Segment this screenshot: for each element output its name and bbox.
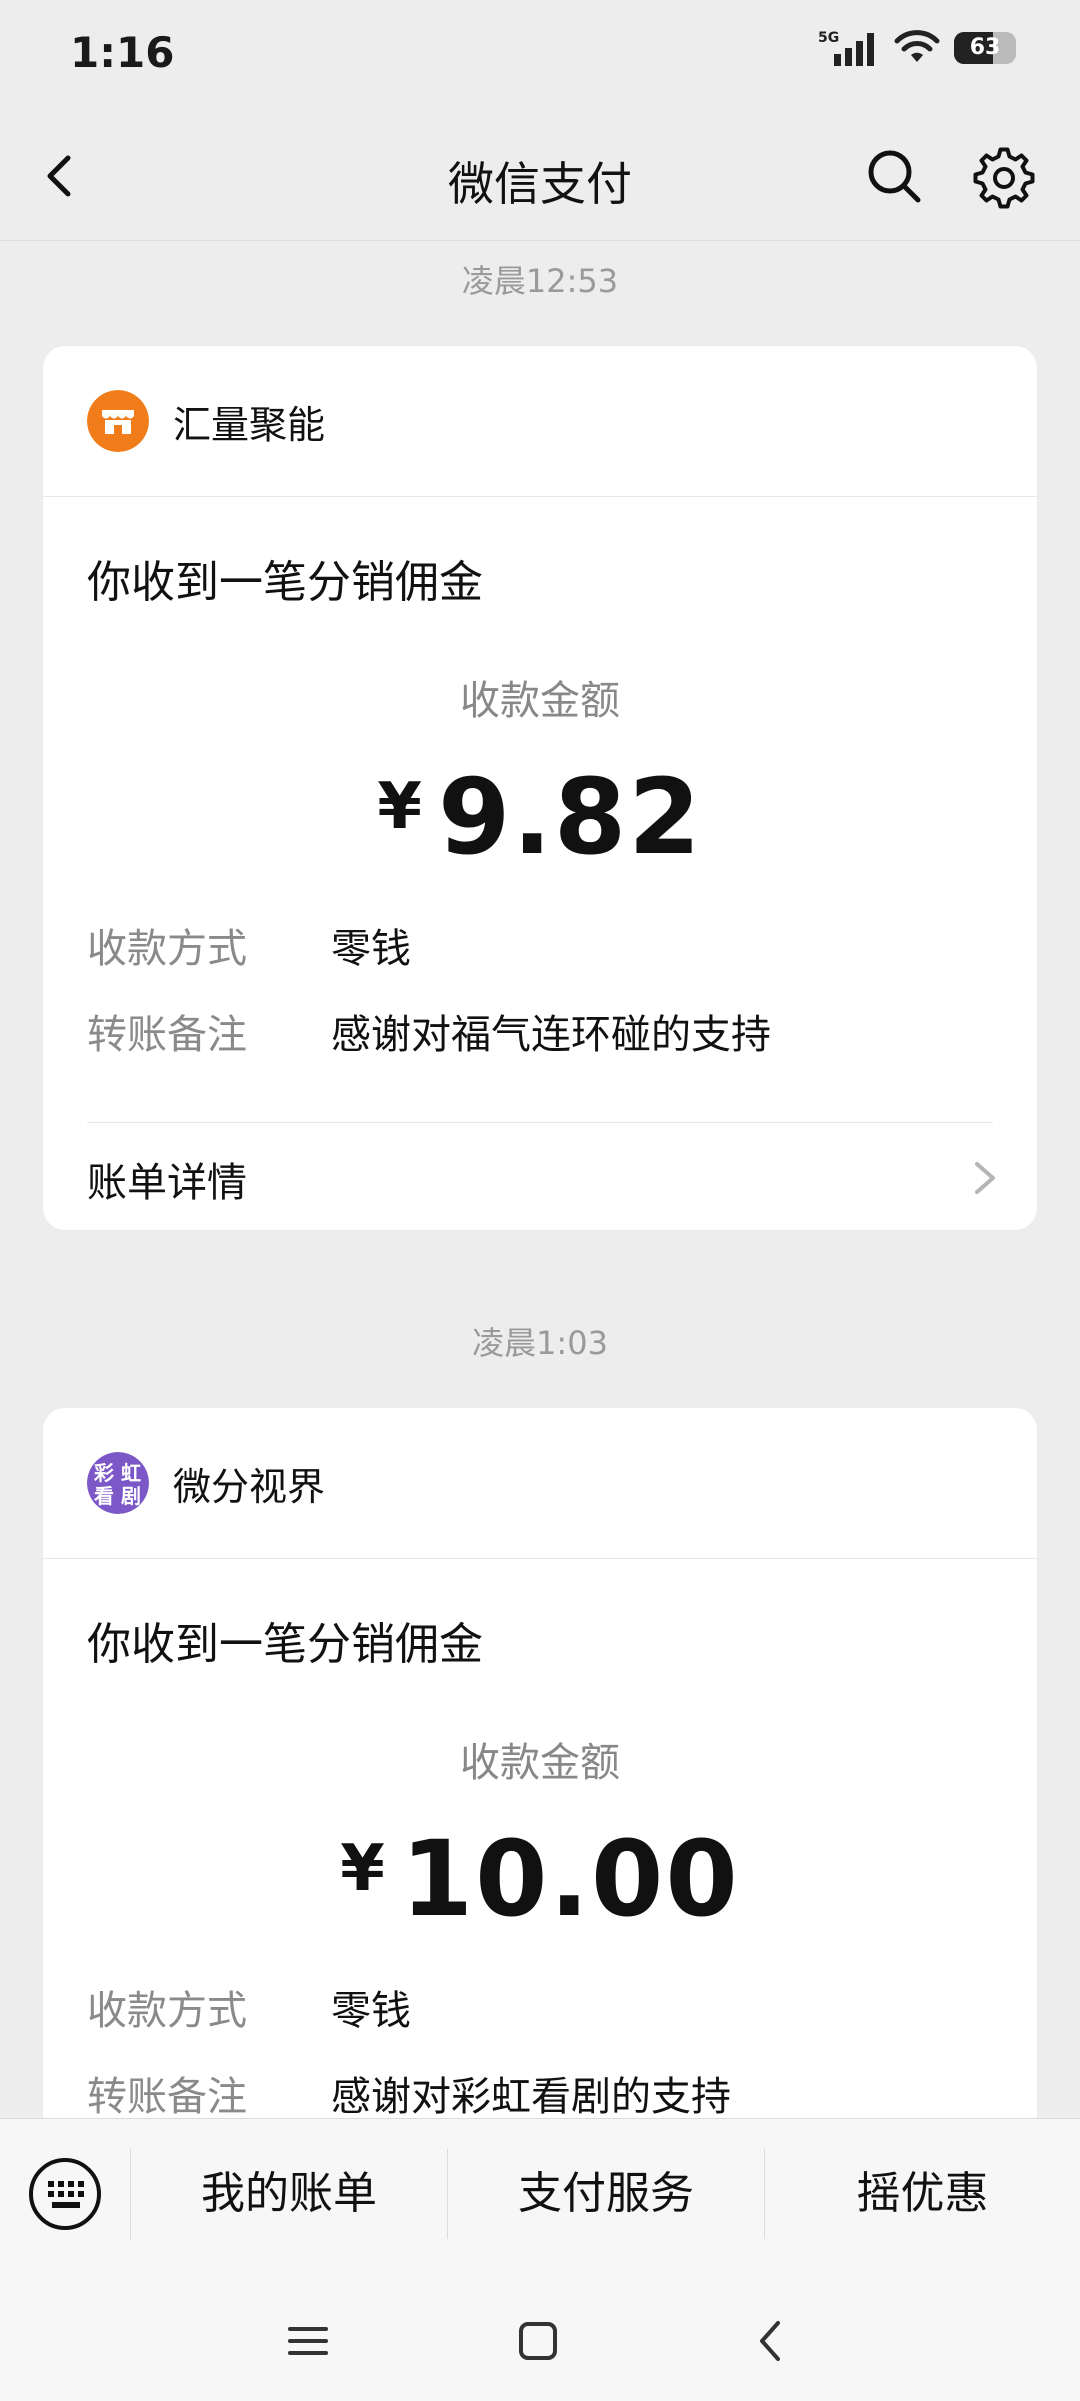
menu-icon[interactable] bbox=[278, 2311, 338, 2371]
method-label: 收款方式 bbox=[87, 926, 247, 972]
status-time: 1:16 bbox=[70, 28, 175, 77]
amount-number: 9.82 bbox=[437, 756, 703, 878]
wifi-icon bbox=[894, 30, 940, 62]
bill-detail-label: 账单详情 bbox=[87, 1160, 247, 1206]
message-timestamp: 凌晨1:03 bbox=[472, 1324, 608, 1362]
svg-text:剧: 剧 bbox=[121, 1484, 141, 1508]
battery-level: 63 bbox=[969, 35, 1001, 60]
battery-icon: 63 bbox=[954, 32, 1016, 64]
amount-label: 收款金额 bbox=[460, 678, 620, 724]
payment-card: 彩 虹 看 剧 微分视界 你收到一笔分销佣金 收款金额 ¥10.00 收款方式 … bbox=[43, 1408, 1037, 2168]
note-label: 转账备注 bbox=[87, 2074, 247, 2120]
method-value: 零钱 bbox=[331, 926, 411, 972]
message-title: 你收到一笔分销佣金 bbox=[87, 557, 483, 608]
payment-card: 汇量聚能 你收到一笔分销佣金 收款金额 ¥9.82 收款方式 零钱 转账备注 感… bbox=[43, 346, 1037, 1230]
amount-value: ¥9.82 bbox=[43, 756, 1037, 878]
card-header[interactable]: 彩 虹 看 剧 微分视界 bbox=[43, 1408, 1037, 1559]
home-square-icon[interactable] bbox=[508, 2311, 568, 2371]
chevron-right-icon bbox=[975, 1162, 995, 1194]
message-timestamp: 凌晨12:53 bbox=[461, 262, 619, 300]
search-icon[interactable] bbox=[864, 146, 924, 206]
nav-bar: 微信支付 bbox=[0, 110, 1080, 241]
cellular-signal-icon: 5G bbox=[818, 30, 874, 66]
card-header[interactable]: 汇量聚能 bbox=[43, 346, 1037, 497]
merchant-name: 微分视界 bbox=[173, 1465, 326, 1509]
gear-icon[interactable] bbox=[972, 146, 1036, 210]
note-label: 转账备注 bbox=[87, 1012, 247, 1058]
svg-text:彩: 彩 bbox=[93, 1461, 114, 1485]
message-title: 你收到一笔分销佣金 bbox=[87, 1619, 483, 1670]
svg-text:虹: 虹 bbox=[121, 1461, 141, 1485]
merchant-shop-icon bbox=[87, 390, 149, 452]
merchant-logo-icon: 彩 虹 看 剧 bbox=[87, 1452, 149, 1514]
method-label: 收款方式 bbox=[87, 1988, 247, 2034]
tab-payment-services[interactable]: 支付服务 bbox=[448, 2159, 764, 2229]
amount-value: ¥10.00 bbox=[43, 1818, 1037, 1940]
tab-shake-offers[interactable]: 摇优惠 bbox=[765, 2159, 1080, 2229]
merchant-name: 汇量聚能 bbox=[173, 403, 326, 447]
back-triangle-icon[interactable] bbox=[740, 2311, 800, 2371]
network-type-label: 5G bbox=[818, 30, 839, 46]
svg-text:看: 看 bbox=[94, 1484, 114, 1508]
keyboard-icon[interactable] bbox=[28, 2157, 102, 2231]
status-icons: 5G 63 bbox=[818, 28, 1016, 68]
bill-detail-link[interactable]: 账单详情 bbox=[43, 1122, 1037, 1230]
currency-symbol: ¥ bbox=[377, 770, 422, 844]
bottom-menu-bar: 我的账单 支付服务 摇优惠 bbox=[0, 2118, 1080, 2401]
note-value: 感谢对彩虹看剧的支持 bbox=[331, 2074, 731, 2120]
note-value: 感谢对福气连环碰的支持 bbox=[331, 1012, 771, 1058]
amount-number: 10.00 bbox=[400, 1818, 740, 1940]
amount-label: 收款金额 bbox=[460, 1740, 620, 1786]
currency-symbol: ¥ bbox=[340, 1832, 385, 1906]
status-bar: 1:16 5G 63 bbox=[0, 0, 1080, 110]
method-value: 零钱 bbox=[331, 1988, 411, 2034]
tab-my-bills[interactable]: 我的账单 bbox=[131, 2159, 447, 2229]
